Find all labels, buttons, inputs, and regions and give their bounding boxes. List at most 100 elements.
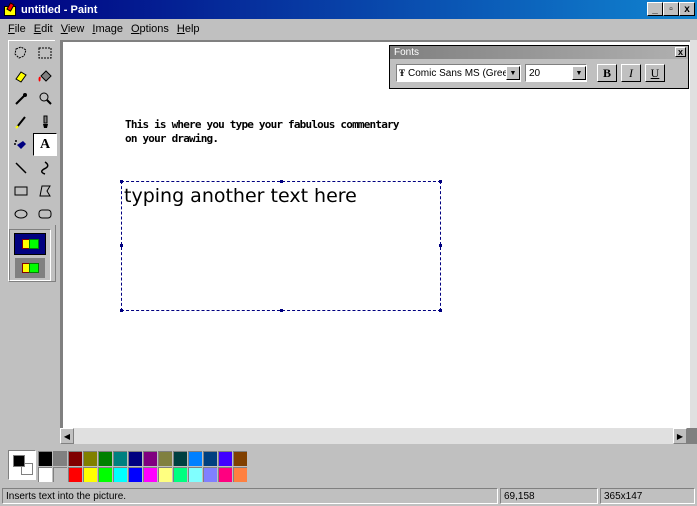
- color-swatch[interactable]: [203, 451, 217, 466]
- tool-polygon[interactable]: [33, 179, 57, 202]
- color-swatch[interactable]: [68, 467, 82, 482]
- tool-pencil[interactable]: [9, 110, 33, 133]
- eraser-icon: [15, 70, 27, 83]
- menu-image[interactable]: Image: [88, 23, 127, 35]
- bold-button[interactable]: B: [597, 64, 617, 82]
- color-swatch[interactable]: [158, 467, 172, 482]
- color-box: [0, 446, 697, 484]
- commentary-text: This is where you type your fabulous com…: [125, 118, 399, 145]
- title-bar: untitled - Paint _ ▫ x: [0, 0, 697, 19]
- tool-line[interactable]: [9, 156, 33, 179]
- chevron-down-icon[interactable]: ▼: [506, 66, 520, 80]
- typed-text[interactable]: typing another text here: [124, 185, 357, 207]
- toolbox: A: [8, 40, 57, 282]
- tool-free-form-select[interactable]: [9, 41, 33, 64]
- color-swatch[interactable]: [143, 467, 157, 482]
- color-swatch[interactable]: [143, 451, 157, 466]
- color-swatch[interactable]: [158, 451, 172, 466]
- font-size-select[interactable]: 20 ▼: [525, 64, 587, 82]
- pencil-icon: [15, 115, 26, 129]
- fonts-toolbar-titlebar[interactable]: Fonts x: [390, 46, 688, 59]
- color-swatch[interactable]: [188, 451, 202, 466]
- close-button[interactable]: x: [679, 2, 695, 16]
- rect-select-icon: [38, 47, 52, 58]
- menu-options[interactable]: Options: [127, 23, 173, 35]
- vertical-scrollbar[interactable]: [690, 40, 697, 428]
- color-swatch[interactable]: [98, 451, 112, 466]
- fonts-toolbar-title: Fonts: [394, 47, 420, 58]
- color-swatch[interactable]: [218, 451, 232, 466]
- tool-magnifier[interactable]: [33, 87, 57, 110]
- tool-ellipse[interactable]: [9, 202, 33, 225]
- menu-bar: File Edit View Image Options Help: [0, 20, 204, 38]
- line-icon: [15, 161, 27, 174]
- free-select-icon: [14, 45, 27, 59]
- color-swatch[interactable]: [38, 451, 52, 466]
- eyedropper-icon: [15, 92, 27, 105]
- airbrush-icon: [14, 139, 26, 149]
- color-swatch[interactable]: [218, 467, 232, 482]
- status-coordinates: 69,158: [500, 488, 598, 504]
- color-swatch[interactable]: [113, 467, 127, 482]
- brush-icon: [43, 115, 48, 128]
- tool-options-box: [9, 229, 51, 281]
- current-colors: [8, 450, 36, 480]
- font-name-value: Comic Sans MS (Greek): [408, 67, 506, 79]
- horizontal-scrollbar[interactable]: ◀ ▶: [60, 428, 687, 444]
- font-size-value: 20: [529, 67, 541, 79]
- window-title: untitled - Paint: [21, 3, 98, 16]
- color-swatch[interactable]: [53, 451, 67, 466]
- tool-fill-with-color[interactable]: [33, 64, 57, 87]
- font-name-select[interactable]: Ŧ Comic Sans MS (Greek) ▼: [396, 64, 521, 82]
- fonts-toolbar: Fonts x Ŧ Comic Sans MS (Greek) ▼ 20 ▼ B…: [389, 45, 689, 89]
- color-swatch[interactable]: [113, 451, 127, 466]
- menu-file[interactable]: File: [4, 23, 30, 35]
- menu-edit[interactable]: Edit: [30, 23, 57, 35]
- color-swatch[interactable]: [233, 467, 247, 482]
- tool-rounded-rectangle[interactable]: [33, 202, 57, 225]
- color-swatch[interactable]: [53, 467, 67, 482]
- chevron-down-icon[interactable]: ▼: [572, 66, 586, 80]
- tool-brush[interactable]: [33, 110, 57, 133]
- tool-text[interactable]: A: [33, 133, 57, 156]
- status-bar: Inserts text into the picture. 69,158 36…: [0, 486, 697, 506]
- opaque-background-option[interactable]: [14, 233, 46, 255]
- status-selection-size: 365x147: [600, 488, 695, 504]
- tool-eraser[interactable]: [9, 64, 33, 87]
- paint-app-icon[interactable]: [3, 1, 17, 17]
- curve-icon: [41, 160, 49, 175]
- color-swatch[interactable]: [68, 451, 82, 466]
- transparent-background-option[interactable]: [15, 258, 45, 278]
- color-swatch[interactable]: [83, 451, 97, 466]
- color-swatch[interactable]: [128, 451, 142, 466]
- tool-rectangle[interactable]: [9, 179, 33, 202]
- color-swatch[interactable]: [38, 467, 52, 482]
- ellipse-icon: [14, 209, 28, 218]
- underline-button[interactable]: U: [645, 64, 665, 82]
- text-icon: A: [39, 136, 51, 152]
- color-swatch[interactable]: [128, 467, 142, 482]
- fill-bucket-icon: [38, 69, 52, 82]
- italic-button[interactable]: I: [621, 64, 641, 82]
- menu-view[interactable]: View: [57, 23, 89, 35]
- tool-airbrush[interactable]: [9, 133, 33, 156]
- minimize-button[interactable]: _: [647, 2, 663, 16]
- color-swatch[interactable]: [173, 467, 187, 482]
- rounded-rect-icon: [38, 209, 52, 218]
- rectangle-icon: [14, 186, 28, 195]
- color-swatch[interactable]: [188, 467, 202, 482]
- color-swatch[interactable]: [203, 467, 217, 482]
- fonts-close-button[interactable]: x: [675, 47, 686, 57]
- tool-pick-color[interactable]: [9, 87, 33, 110]
- tool-curve[interactable]: [33, 156, 57, 179]
- color-swatch[interactable]: [83, 467, 97, 482]
- color-swatch[interactable]: [233, 451, 247, 466]
- color-swatch[interactable]: [173, 451, 187, 466]
- color-swatch[interactable]: [98, 467, 112, 482]
- maximize-button[interactable]: ▫: [663, 2, 679, 16]
- tool-select[interactable]: [33, 41, 57, 64]
- scroll-right-button[interactable]: ▶: [673, 428, 687, 444]
- scroll-left-button[interactable]: ◀: [60, 428, 74, 444]
- menu-help[interactable]: Help: [173, 23, 204, 35]
- status-message: Inserts text into the picture.: [2, 488, 498, 504]
